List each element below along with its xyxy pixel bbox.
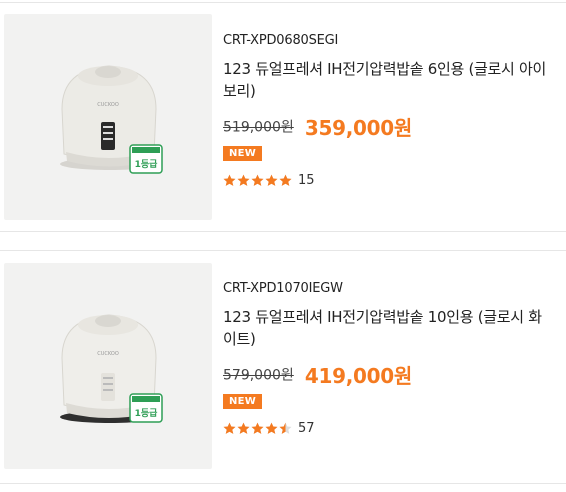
star-icon [251,174,264,186]
product-name[interactable]: 123 듀얼프레셔 IH전기압력밥솥 6인용 (글로시 아이보리) [223,58,553,102]
product-card[interactable]: CUCKOO 1등급 CRT-XPD1070IEGW 123 듀얼프레셔 IH전… [0,251,566,491]
new-badge: NEW [223,146,263,161]
star-icon [237,422,250,434]
star-icon [237,174,250,186]
product-model[interactable]: CRT-XPD1070IEGW [223,281,553,296]
energy-grade-badge: 1등급 [135,408,159,419]
star-icon [223,422,236,434]
star-icon [279,422,292,434]
star-rating [223,422,292,435]
energy-grade-badge: 1등급 [135,159,159,170]
star-icon [223,174,236,186]
product-info: CRT-XPD0680SEGI 123 듀얼프레셔 IH전기압력밥솥 6인용 (… [223,33,553,189]
product-image[interactable]: CUCKOO 1등급 [4,263,212,469]
product-card[interactable]: CUCKOO 1등급 CRT-XPD0680SEGI 123 듀얼프레셔 IH전… [0,3,566,243]
bottom-divider [0,483,566,484]
product-model[interactable]: CRT-XPD0680SEGI [223,33,553,48]
product-info: CRT-XPD1070IEGW 123 듀얼프레셔 IH전기압력밥솥 10인용 … [223,281,553,437]
rice-cooker-image: CUCKOO 1등급 [60,65,163,174]
rating-row: 57 [223,419,553,437]
star-icon [251,422,264,434]
section-divider [0,231,566,232]
star-icon [265,174,278,186]
star-icon [279,174,292,186]
star-icon [265,422,278,434]
review-count[interactable]: 57 [298,421,315,436]
new-badge: NEW [223,394,263,409]
review-count[interactable]: 15 [298,173,315,188]
sale-price: 359,000원 [304,116,412,140]
sale-price: 419,000원 [304,364,412,388]
rice-cooker-image: CUCKOO 1등급 [60,314,163,423]
brand-logo-text: CUCKOO [97,102,119,108]
price-row: 579,000원 419,000원 [223,360,553,388]
original-price: 579,000원 [223,367,294,384]
rating-row: 15 [223,171,553,189]
product-name[interactable]: 123 듀얼프레셔 IH전기압력밥솥 10인용 (글로시 화이트) [223,306,553,350]
price-row: 519,000원 359,000원 [223,112,553,140]
brand-logo-text: CUCKOO [97,351,119,357]
star-rating [223,174,292,187]
original-price: 519,000원 [223,119,294,136]
product-image[interactable]: CUCKOO 1등급 [4,14,212,220]
